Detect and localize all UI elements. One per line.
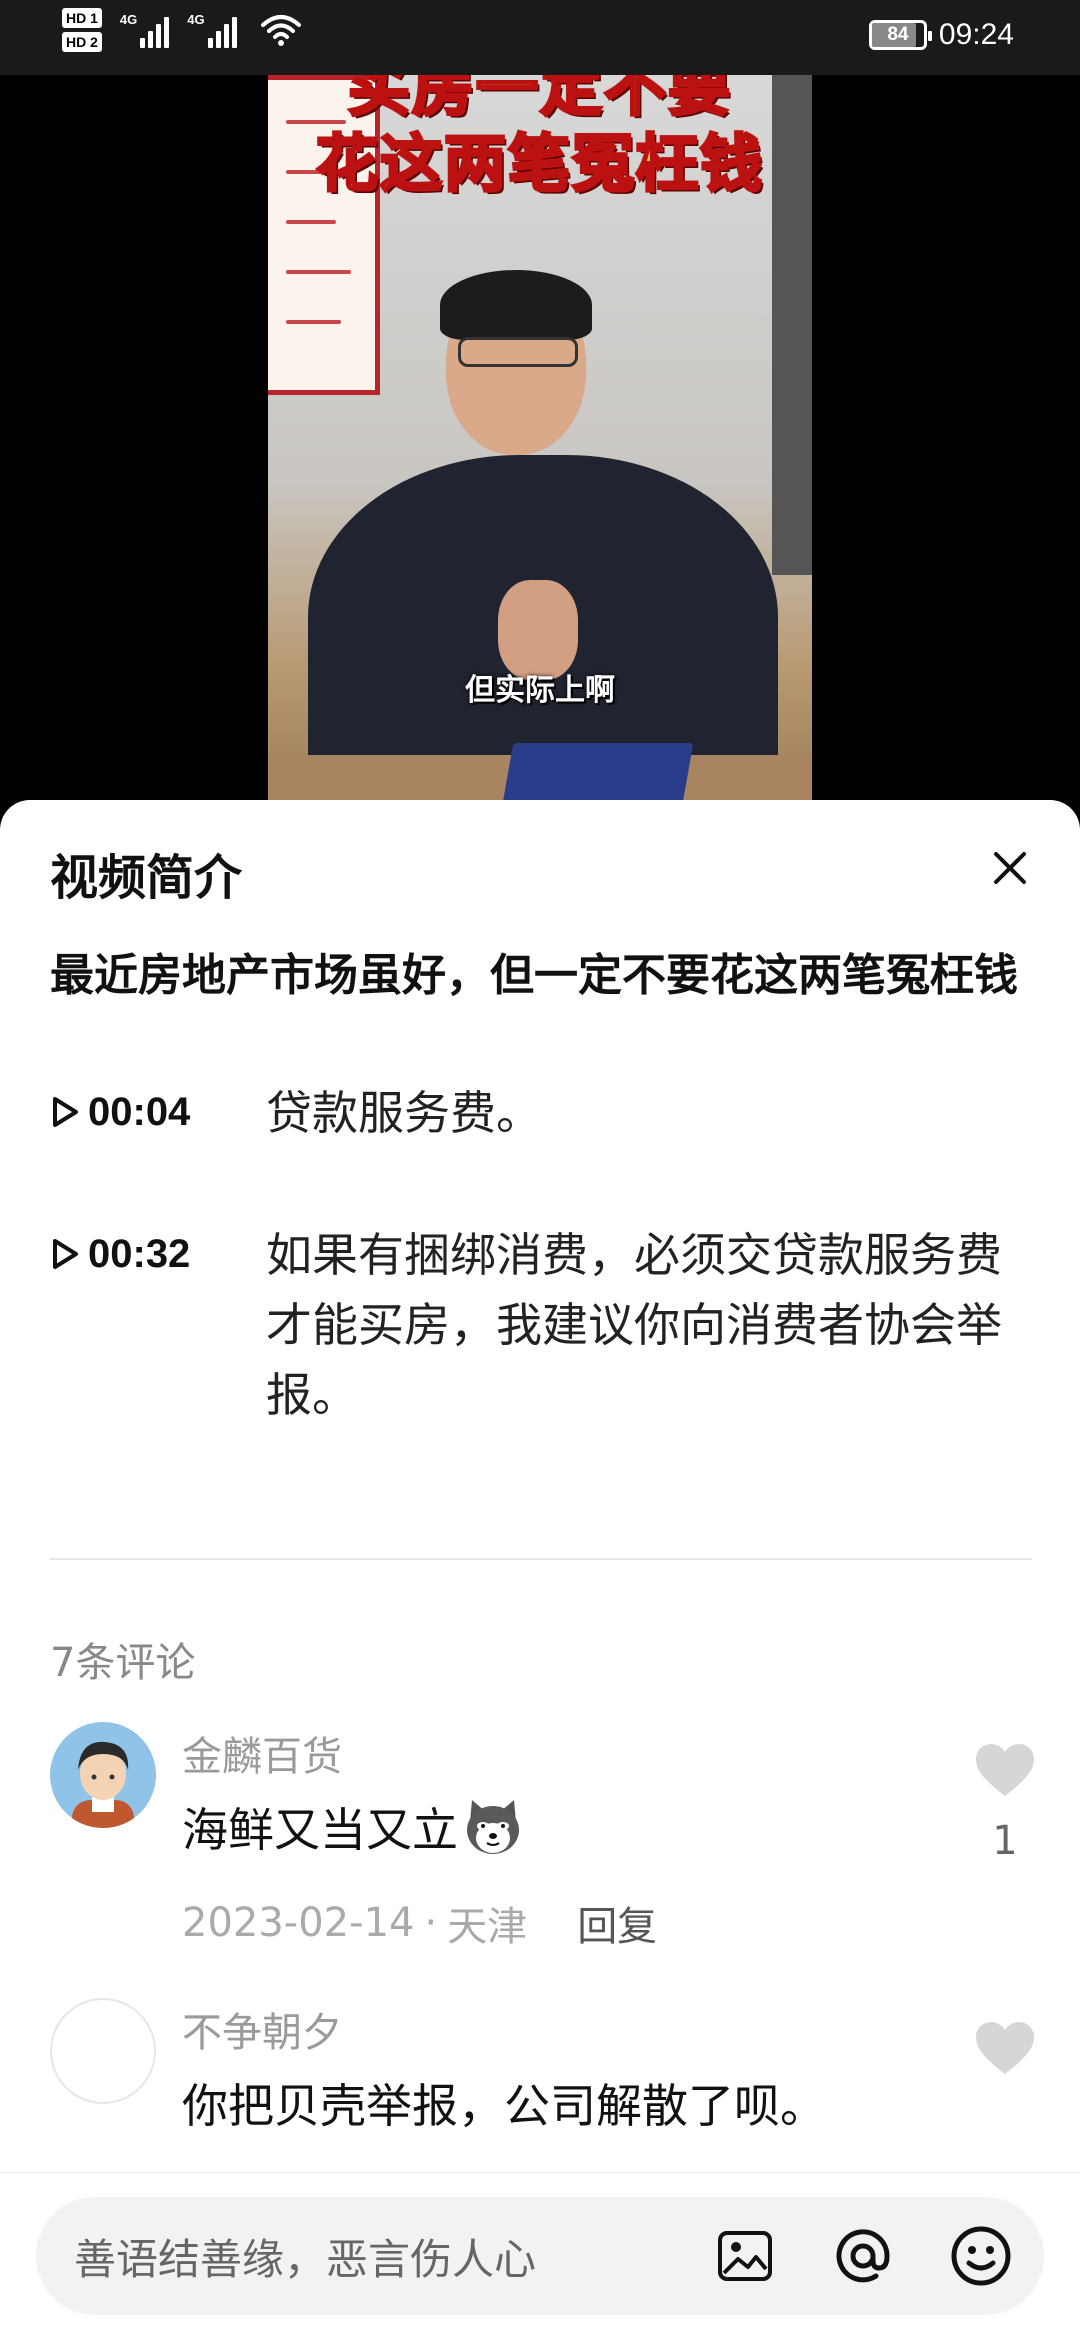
comment-text: 海鲜又当又立 [182, 1794, 524, 1860]
like-button[interactable] [970, 2020, 1040, 2076]
sheet-title: 视频简介 [50, 850, 243, 906]
close-icon[interactable] [993, 851, 1027, 885]
comment-username[interactable]: 不争朝夕 [182, 2000, 342, 2058]
comment-bar: 善语结善缘，恶言伤人心 [0, 2172, 1080, 2340]
comment-input[interactable]: 善语结善缘，恶言伤人心 [36, 2197, 1044, 2315]
video-title-line2: 花这两笔冤枉钱 [314, 126, 764, 202]
like-count: 1 [992, 1818, 1018, 1864]
play-icon [53, 1097, 78, 1127]
chapter-timestamp[interactable]: 00:04 [50, 1078, 260, 1146]
avatar[interactable] [50, 1722, 156, 1828]
comment-location: 天津 [447, 1904, 528, 1950]
mention-button[interactable] [830, 2223, 896, 2289]
play-icon [53, 1239, 78, 1269]
description-sheet: 视频简介 最近房地产市场虽好，但一定不要花这两笔冤枉钱 00:04 贷款服务费。… [0, 800, 1080, 2340]
comment-input-placeholder[interactable]: 善语结善缘，恶言伤人心 [74, 2197, 536, 2315]
chapter-item[interactable]: 00:04 贷款服务费。 [50, 1078, 1040, 1148]
battery-level: 84 [887, 24, 909, 45]
at-icon[interactable] [832, 2225, 894, 2287]
signal-2-icon: 4G [187, 12, 237, 48]
comments-count: 7条评论 [50, 1640, 196, 1686]
emoji-icon[interactable] [950, 2225, 1012, 2287]
video-subtitle: 但实际上啊 [465, 673, 615, 708]
comment-text: 你把贝壳举报，公司解散了呗。 [182, 2079, 826, 2133]
video-player[interactable]: 买房一定不要 花这两笔冤枉钱 但实际上啊 [0, 75, 1080, 815]
status-bar: HD 1 HD 2 4G 4G 84 09:24 [0, 0, 1080, 75]
clock: 09:24 [938, 18, 1014, 51]
chapter-item[interactable]: 00:32 如果有捆绑消费，必须交贷款服务费才能买房，我建议你向消费者协会举报。 [50, 1220, 1040, 1430]
image-button[interactable] [712, 2223, 778, 2289]
emoji-button[interactable] [948, 2223, 1014, 2289]
like-button[interactable]: 1 [970, 1742, 1040, 1864]
divider [50, 1558, 1032, 1560]
wifi-icon [260, 15, 301, 46]
video-frame[interactable]: 买房一定不要 花这两笔冤枉钱 但实际上啊 [268, 75, 812, 815]
comment-username[interactable]: 金麟百货 [182, 1724, 342, 1782]
chapter-timestamp[interactable]: 00:32 [50, 1220, 260, 1288]
close-button[interactable] [982, 840, 1038, 896]
battery-icon: 84 [868, 20, 932, 50]
signal-1-icon: 4G [120, 12, 170, 48]
avatar[interactable] [50, 1998, 156, 2104]
comment-date: 2023-02-14 [182, 1900, 415, 1946]
video-description: 最近房地产市场虽好，但一定不要花这两笔冤枉钱 [50, 950, 1018, 1001]
chapter-text: 贷款服务费。 [266, 1086, 542, 1140]
hd1-badge: HD 1 [62, 8, 102, 28]
reply-button[interactable]: 回复 [577, 1894, 657, 1952]
comment-meta: 2023-02-14 · 天津 回复 [182, 1894, 657, 1952]
heart-icon[interactable] [974, 2020, 1036, 2076]
image-icon[interactable] [716, 2229, 774, 2283]
heart-icon[interactable] [974, 1742, 1036, 1798]
chapter-text: 如果有捆绑消费，必须交贷款服务费才能买房，我建议你向消费者协会举报。 [266, 1228, 1002, 1422]
hd2-badge: HD 2 [62, 32, 102, 52]
husky-emoji-icon [467, 1800, 519, 1854]
